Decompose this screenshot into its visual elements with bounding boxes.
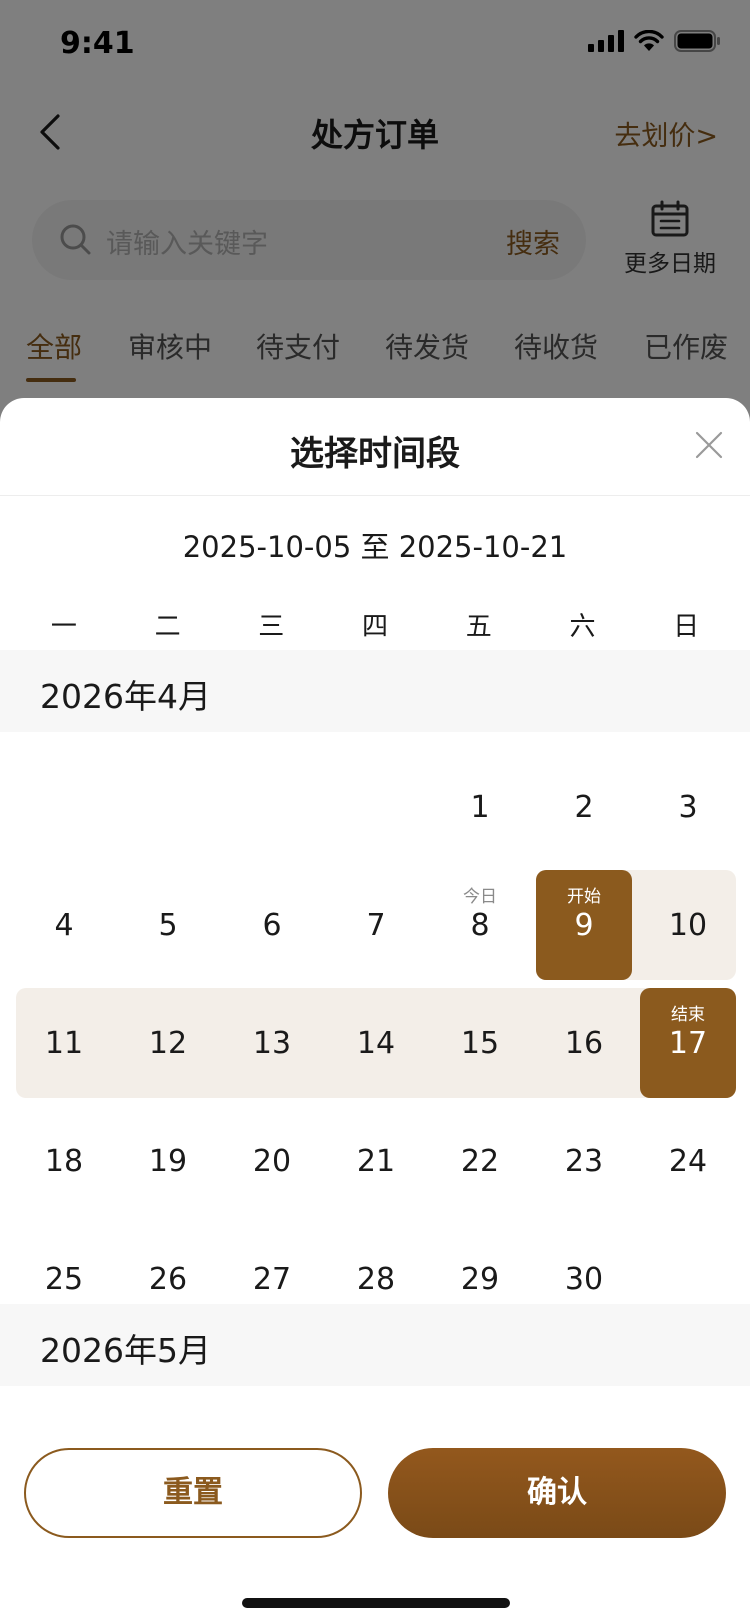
day-number: 3: [678, 790, 698, 825]
day-number: 16: [564, 1026, 604, 1061]
calendar-day[interactable]: 23: [536, 1106, 632, 1216]
calendar-day[interactable]: 1: [432, 752, 528, 862]
day-number: 26: [148, 1262, 188, 1297]
day-number: 23: [564, 1144, 604, 1179]
sheet-title: 选择时间段: [290, 434, 460, 474]
sheet-footer: 重置 确认: [0, 1430, 750, 1624]
calendar-day[interactable]: 22: [432, 1106, 528, 1216]
home-indicator: [242, 1598, 510, 1608]
selected-range-text: 2025-10-05 至 2025-10-21: [182, 530, 568, 564]
calendar-day[interactable]: 13: [224, 988, 320, 1098]
day-number: 18: [44, 1144, 84, 1179]
calendar-day[interactable]: 15: [432, 988, 528, 1098]
weekday-sun: 日: [673, 612, 700, 642]
day-number: 22: [460, 1144, 500, 1179]
day-number: 20: [252, 1144, 292, 1179]
weekday-tue: 二: [154, 612, 181, 642]
confirm-button[interactable]: 确认: [388, 1448, 726, 1538]
day-number: 8: [470, 908, 490, 943]
date-range-sheet: 选择时间段 2025-10-05 至 2025-10-21 一 二 三 四 五 …: [0, 398, 750, 1624]
calendar-day[interactable]: 10: [640, 870, 736, 980]
day-number: 1: [470, 790, 490, 825]
day-note: 开始: [567, 887, 601, 907]
reset-button[interactable]: 重置: [24, 1448, 362, 1538]
day-number: 6: [262, 908, 282, 943]
day-number: 10: [668, 908, 708, 943]
day-number: 13: [252, 1026, 292, 1061]
day-number: 21: [356, 1144, 396, 1179]
calendar-day[interactable]: 24: [640, 1106, 736, 1216]
day-number: 17: [668, 1026, 708, 1061]
calendar-day[interactable]: 今日 8: [432, 870, 528, 980]
day-number: 7: [366, 908, 386, 943]
calendar-day[interactable]: 12: [120, 988, 216, 1098]
month-header: 2026年5月: [0, 1304, 750, 1386]
day-number: 30: [564, 1262, 604, 1297]
day-number: 24: [668, 1144, 708, 1179]
weekday-mon: 一: [50, 612, 77, 642]
calendar-day[interactable]: 11: [16, 988, 112, 1098]
day-number: 25: [44, 1262, 84, 1297]
calendar-day[interactable]: 14: [328, 988, 424, 1098]
weekday-wed: 三: [258, 612, 285, 642]
day-number: 27: [252, 1262, 292, 1297]
day-number: 9: [574, 908, 594, 943]
weekday-thu: 四: [362, 612, 389, 642]
calendar-day[interactable]: 18: [16, 1106, 112, 1216]
sheet-header: 选择时间段: [0, 398, 750, 496]
calendar-day[interactable]: 21: [328, 1106, 424, 1216]
calendar-day[interactable]: 16: [536, 988, 632, 1098]
day-number: 11: [44, 1026, 84, 1061]
weekday-sat: 六: [569, 612, 596, 642]
day-number: 19: [148, 1144, 188, 1179]
day-number: 2: [574, 790, 594, 825]
weekday-header: 一 二 三 四 五 六 日: [12, 598, 738, 656]
month-label: 2026年4月: [40, 677, 211, 716]
calendar-day[interactable]: 7: [328, 870, 424, 980]
day-number: 28: [356, 1262, 396, 1297]
month-label: 2026年5月: [40, 1331, 211, 1370]
calendar-day[interactable]: 5: [120, 870, 216, 980]
calendar-day[interactable]: 6: [224, 870, 320, 980]
calendar-day[interactable]: 2: [536, 752, 632, 862]
day-number: 4: [54, 908, 74, 943]
range-end-day[interactable]: 结束 17: [640, 988, 736, 1098]
day-number: 29: [460, 1262, 500, 1297]
day-note: 今日: [463, 887, 497, 907]
day-number: 14: [356, 1026, 396, 1061]
calendar-day[interactable]: 20: [224, 1106, 320, 1216]
range-start-day[interactable]: 开始 9: [536, 870, 632, 980]
weekday-fri: 五: [465, 612, 492, 642]
calendar-day[interactable]: 19: [120, 1106, 216, 1216]
day-note: 结束: [671, 1005, 705, 1025]
month-header: 2026年4月: [0, 650, 750, 732]
day-number: 5: [158, 908, 178, 943]
calendar-day[interactable]: 3: [640, 752, 736, 862]
day-number: 15: [460, 1026, 500, 1061]
day-number: 12: [148, 1026, 188, 1061]
calendar-day[interactable]: 4: [16, 870, 112, 980]
close-icon[interactable]: [694, 430, 724, 460]
